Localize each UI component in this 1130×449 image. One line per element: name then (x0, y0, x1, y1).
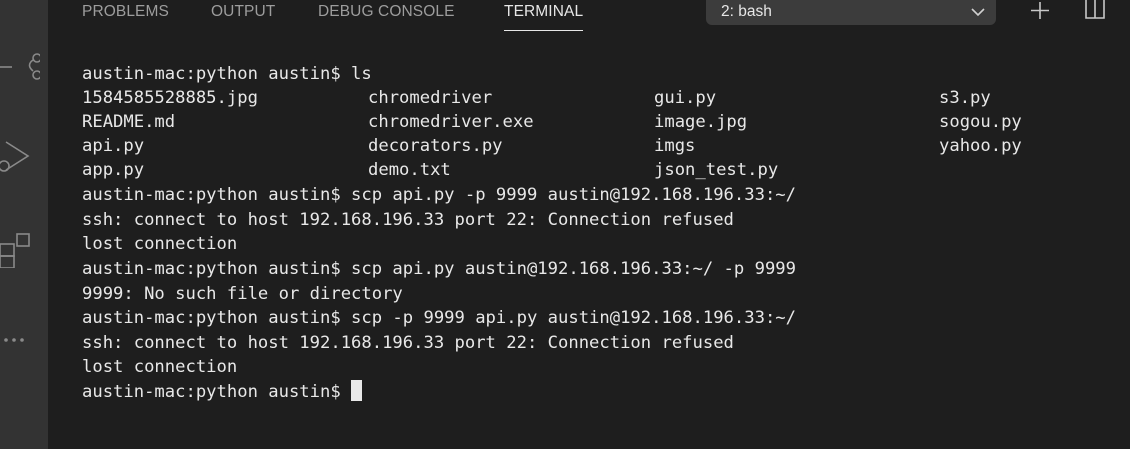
activity-bar (0, 0, 48, 449)
terminal-line: austin-mac:python austin$ scp api.py -p … (82, 185, 796, 205)
tab-output[interactable]: OUTPUT (211, 0, 275, 34)
ls-entry: chromedriver (368, 88, 493, 108)
ls-entry: app.py (82, 160, 145, 180)
ls-entry: gui.py (654, 88, 717, 108)
ls-entry: chromedriver.exe (368, 112, 534, 132)
new-terminal-button[interactable] (1028, 0, 1052, 22)
terminal-line: lost connection (82, 357, 238, 377)
run-debug-icon[interactable] (0, 136, 40, 176)
terminal-cursor (351, 380, 363, 401)
tab-terminal[interactable]: TERMINAL (504, 0, 584, 34)
terminal-line: ssh: connect to host 192.168.196.33 port… (82, 210, 734, 230)
terminal-line: austin-mac:python austin$ scp api.py aus… (82, 259, 796, 279)
ls-output-row: 1584585528885.jpg chromedriver gui.py s3… (82, 86, 991, 110)
tab-problems[interactable]: PROBLEMS (82, 0, 169, 34)
ls-entry: demo.txt (368, 160, 451, 180)
terminal-select-value: 2: bash (721, 3, 772, 20)
ls-entry: image.jpg (654, 112, 748, 132)
terminal-line: lost connection (82, 234, 238, 254)
ls-entry: imgs (654, 136, 696, 156)
chevron-down-icon (970, 5, 986, 23)
ls-output-row: api.py decorators.py imgs yahoo.py (82, 134, 1022, 158)
vscode-panel: PROBLEMS OUTPUT DEBUG CONSOLE TERMINAL 2… (0, 0, 1130, 449)
terminal-prompt-line[interactable]: austin-mac:python austin$ (82, 380, 363, 404)
terminal-output[interactable]: austin-mac:python austin$ ls 15845855288… (48, 40, 1130, 449)
ls-output-row: README.md chromedriver.exe image.jpg sog… (82, 110, 1022, 134)
ls-entry: yahoo.py (939, 136, 1022, 156)
extensions-icon[interactable] (0, 228, 40, 268)
ls-entry: sogou.py (939, 112, 1022, 132)
active-tab-indicator (504, 30, 584, 31)
tab-label: TERMINAL (504, 3, 584, 20)
tab-label: OUTPUT (211, 3, 276, 20)
tab-label: DEBUG CONSOLE (318, 3, 455, 20)
terminal-line: austin-mac:python austin$ ls (82, 64, 372, 84)
panel-header: PROBLEMS OUTPUT DEBUG CONSOLE TERMINAL 2… (48, 0, 1130, 40)
source-control-icon[interactable] (0, 45, 40, 85)
ls-output-row: app.py demo.txt json_test.py (82, 158, 778, 182)
ls-entry: json_test.py (654, 160, 779, 180)
ls-entry: s3.py (939, 88, 991, 108)
terminal-line: austin-mac:python austin$ scp -p 9999 ap… (82, 308, 796, 328)
ls-entry: decorators.py (368, 136, 503, 156)
terminal-select-dropdown[interactable]: 2: bash (706, 0, 996, 25)
more-icon[interactable] (0, 320, 40, 360)
ls-entry: 1584585528885.jpg (82, 88, 258, 108)
plus-icon (1031, 2, 1049, 19)
tab-label: PROBLEMS (82, 3, 169, 20)
split-terminal-button[interactable] (1083, 0, 1107, 22)
terminal-prompt: austin-mac:python austin$ (82, 382, 352, 402)
ls-entry: README.md (82, 112, 176, 132)
terminal-line: 9999: No such file or directory (82, 284, 403, 304)
split-icon (1085, 0, 1105, 19)
terminal-line: ssh: connect to host 192.168.196.33 port… (82, 333, 734, 353)
tab-debug-console[interactable]: DEBUG CONSOLE (318, 0, 455, 34)
ls-entry: api.py (82, 136, 145, 156)
